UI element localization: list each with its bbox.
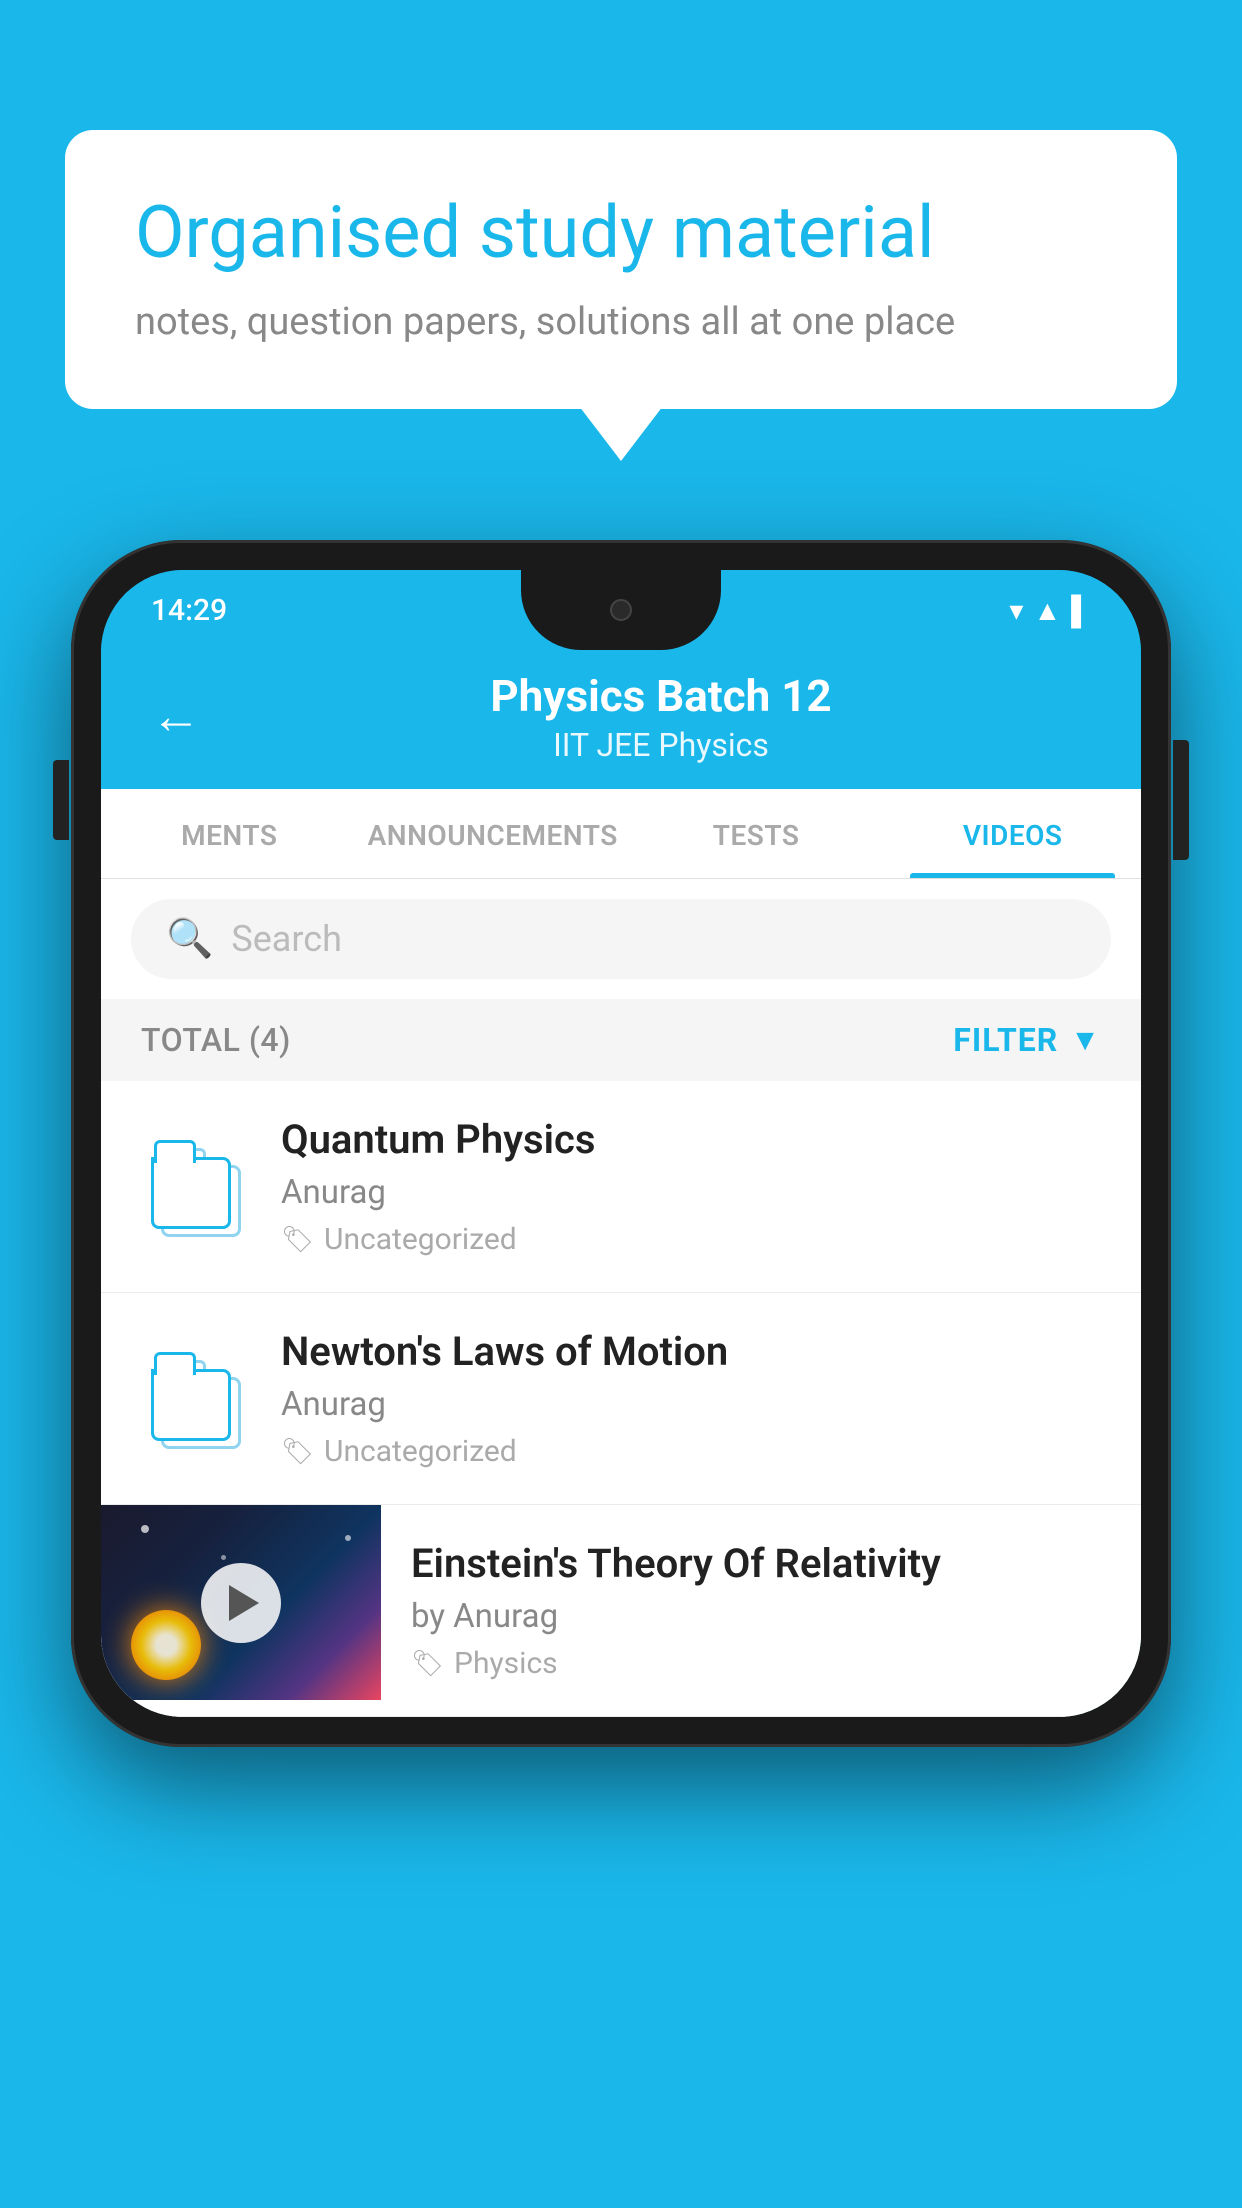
filter-bar: TOTAL (4) FILTER ▼ <box>101 999 1141 1081</box>
tab-videos[interactable]: VIDEOS <box>884 789 1141 878</box>
video-author: Anurag <box>281 1385 1101 1424</box>
status-bar: 14:29 ▾ ▲ ▌ <box>101 570 1141 650</box>
search-placeholder: Search <box>231 918 342 960</box>
folder-icon <box>151 1349 241 1449</box>
video-tag: 🏷 Uncategorized <box>281 1434 1101 1469</box>
video-info: Newton's Laws of Motion Anurag 🏷 Uncateg… <box>281 1328 1101 1469</box>
video-title: Einstein's Theory Of Relativity <box>411 1540 1111 1587</box>
phone-screen: 14:29 ▾ ▲ ▌ ← Physics Batch 12 IIT JEE P… <box>101 570 1141 1717</box>
header-title: Physics Batch 12 <box>231 670 1091 722</box>
app-header: ← Physics Batch 12 IIT JEE Physics <box>101 650 1141 789</box>
phone-mockup: 14:29 ▾ ▲ ▌ ← Physics Batch 12 IIT JEE P… <box>71 540 1171 1747</box>
total-count: TOTAL (4) <box>141 1021 291 1059</box>
tab-tests[interactable]: TESTS <box>628 789 885 878</box>
signal-icon: ▲ <box>1033 594 1061 627</box>
list-item[interactable]: Einstein's Theory Of Relativity by Anura… <box>101 1505 1141 1717</box>
bubble-subtitle: notes, question papers, solutions all at… <box>135 300 1107 344</box>
speech-bubble-container: Organised study material notes, question… <box>65 130 1177 409</box>
tag-icon: 🏷 <box>411 1649 444 1679</box>
video-icon-container <box>141 1349 251 1449</box>
search-container: 🔍 Search <box>101 879 1141 999</box>
video-author: Anurag <box>281 1173 1101 1212</box>
folder-front <box>151 1157 231 1229</box>
decoration <box>221 1555 226 1560</box>
folder-front <box>151 1369 231 1441</box>
notch <box>521 570 721 650</box>
header-title-block: Physics Batch 12 IIT JEE Physics <box>231 670 1091 764</box>
decoration <box>141 1525 149 1533</box>
content-area: Quantum Physics Anurag 🏷 Uncategorized <box>101 1081 1141 1717</box>
tag-icon: 🏷 <box>281 1225 314 1255</box>
filter-label: FILTER <box>953 1021 1058 1059</box>
video-title: Newton's Laws of Motion <box>281 1328 1101 1375</box>
bubble-title: Organised study material <box>135 190 1107 276</box>
video-icon-container <box>141 1137 251 1237</box>
back-button[interactable]: ← <box>151 692 201 742</box>
tag-icon: 🏷 <box>281 1437 314 1467</box>
list-item[interactable]: Newton's Laws of Motion Anurag 🏷 Uncateg… <box>101 1293 1141 1505</box>
status-icons: ▾ ▲ ▌ <box>1009 594 1091 627</box>
folder-icon <box>151 1137 241 1237</box>
tag-label: Uncategorized <box>324 1222 517 1257</box>
video-info: Quantum Physics Anurag 🏷 Uncategorized <box>281 1116 1101 1257</box>
video-info: Einstein's Theory Of Relativity by Anura… <box>411 1505 1141 1716</box>
list-item[interactable]: Quantum Physics Anurag 🏷 Uncategorized <box>101 1081 1141 1293</box>
video-tag: 🏷 Physics <box>411 1646 1111 1681</box>
header-subtitle: IIT JEE Physics <box>231 726 1091 764</box>
video-thumbnail <box>101 1505 381 1700</box>
tab-ments[interactable]: MENTS <box>101 789 358 878</box>
play-button[interactable] <box>201 1563 281 1643</box>
wifi-icon: ▾ <box>1009 594 1023 627</box>
status-time: 14:29 <box>151 593 227 628</box>
search-bar[interactable]: 🔍 Search <box>131 899 1111 979</box>
tag-label: Physics <box>454 1646 558 1681</box>
tag-label: Uncategorized <box>324 1434 517 1469</box>
filter-icon: ▼ <box>1070 1023 1101 1058</box>
camera-dot <box>610 599 632 621</box>
tabs-bar: MENTS ANNOUNCEMENTS TESTS VIDEOS <box>101 789 1141 879</box>
video-title: Quantum Physics <box>281 1116 1101 1163</box>
speech-bubble: Organised study material notes, question… <box>65 130 1177 409</box>
tab-announcements[interactable]: ANNOUNCEMENTS <box>358 789 628 878</box>
phone-outer: 14:29 ▾ ▲ ▌ ← Physics Batch 12 IIT JEE P… <box>71 540 1171 1747</box>
video-author: by Anurag <box>411 1597 1111 1636</box>
battery-icon: ▌ <box>1071 594 1091 627</box>
decoration <box>345 1535 351 1541</box>
video-tag: 🏷 Uncategorized <box>281 1222 1101 1257</box>
filter-button[interactable]: FILTER ▼ <box>953 1021 1101 1059</box>
search-icon: 🔍 <box>166 917 213 961</box>
play-icon <box>229 1585 259 1621</box>
decoration <box>131 1610 201 1680</box>
